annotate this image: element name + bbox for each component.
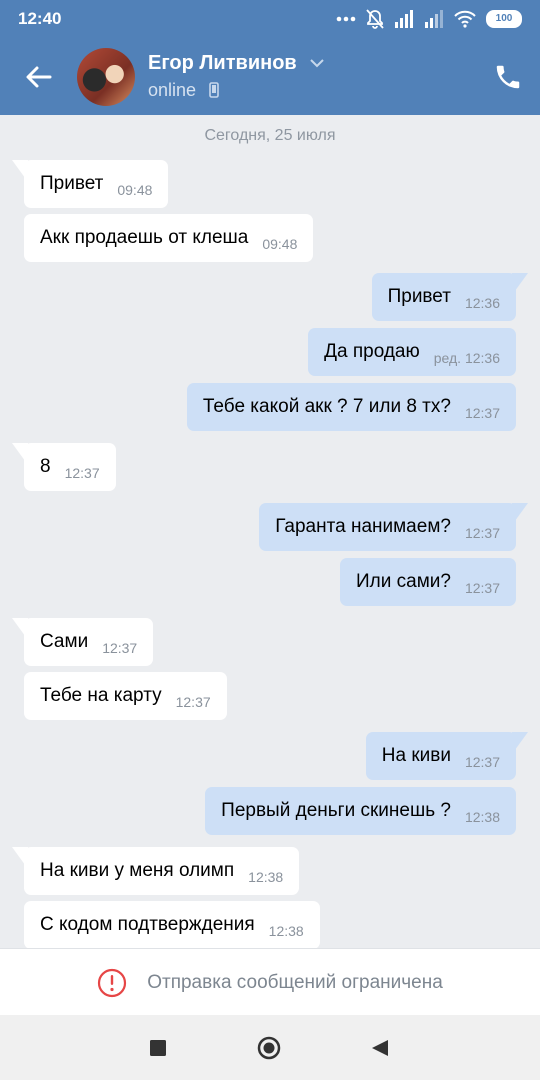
- app-header: 12:40 100 Егор Литвинов online: [0, 0, 540, 115]
- message-time: 12:36: [464, 295, 500, 311]
- bubble-tail: [12, 618, 28, 640]
- bubble-tail: [12, 443, 28, 465]
- avatar[interactable]: [77, 48, 135, 106]
- message-time: ред. 12:36: [433, 350, 500, 366]
- wifi-icon: [454, 10, 476, 28]
- outgoing-message[interactable]: Тебе какой акк ? 7 или 8 тх? 12:37: [186, 383, 516, 431]
- back-triangle-icon[interactable]: [372, 1040, 388, 1056]
- date-separator: Сегодня, 25 июля: [204, 127, 336, 144]
- incoming-message[interactable]: Тебе на карту 12:37: [24, 672, 227, 720]
- message-time: 12:38: [464, 809, 500, 825]
- message-time: 12:37: [464, 580, 500, 596]
- incoming-message[interactable]: С кодом подтверждения 12:38: [24, 901, 320, 948]
- message-time: 12:37: [464, 754, 500, 770]
- phone-call-icon[interactable]: [493, 62, 523, 92]
- incoming-message[interactable]: Привет 09:48: [24, 160, 169, 208]
- status-time: 12:40: [18, 9, 62, 28]
- system-navbar: [0, 1015, 540, 1080]
- status-icons: 100: [336, 9, 522, 29]
- chevron-down-icon[interactable]: [310, 58, 324, 68]
- incoming-message[interactable]: Акк продаешь от клеша 09:48: [24, 214, 314, 262]
- signal-icon: [395, 10, 413, 28]
- message-time: 09:48: [262, 236, 298, 252]
- message-text: Сами: [40, 631, 89, 652]
- message-text: На киви: [381, 745, 451, 766]
- message-time: 12:38: [268, 923, 304, 939]
- outgoing-message[interactable]: Привет 12:36: [371, 273, 516, 321]
- message-time: 12:37: [175, 694, 211, 710]
- message-text: Да продаю: [324, 341, 420, 362]
- incoming-message[interactable]: На киви у меня олимп 12:38: [24, 847, 300, 895]
- message-text: Привет: [387, 286, 451, 307]
- signal-2-icon: [425, 10, 443, 28]
- contact-status: online: [148, 80, 197, 100]
- bubble-tail: [12, 160, 28, 182]
- outgoing-message[interactable]: На киви 12:37: [365, 732, 516, 780]
- bubble-tail: [12, 847, 28, 869]
- restriction-text: Отправка сообщений ограничена: [147, 971, 443, 993]
- message-time: 12:38: [248, 869, 284, 885]
- chat-area[interactable]: Сегодня, 25 июля Привет 09:48 Акк продаешь…: [0, 115, 540, 948]
- bubble-tail: [512, 503, 528, 525]
- back-arrow-icon[interactable]: [22, 60, 56, 94]
- message-time: 12:37: [102, 640, 138, 656]
- message-text: На киви у меня олимп: [40, 860, 235, 881]
- outgoing-message[interactable]: Гаранта нанимаем? 12:37: [259, 503, 516, 551]
- message-text: Или сами?: [356, 571, 451, 592]
- bubble-tail: [512, 273, 528, 295]
- mobile-device-icon: [209, 82, 219, 98]
- message-text: Гаранта нанимаем?: [275, 516, 451, 537]
- outgoing-message[interactable]: Или сами? 12:37: [340, 558, 516, 606]
- home-circle-icon[interactable]: [257, 1036, 281, 1060]
- restriction-banner: Отправка сообщений ограничена: [0, 948, 540, 1016]
- message-text: Акк продаешь от клеша: [40, 227, 249, 248]
- message-text: Привет: [40, 173, 104, 194]
- message-time: 12:37: [64, 465, 100, 481]
- message-time: 12:37: [464, 405, 500, 421]
- message-text: С кодом подтверждения: [40, 914, 255, 935]
- bell-muted-icon: [366, 9, 384, 29]
- incoming-message[interactable]: 8 12:37: [24, 443, 116, 491]
- message-text: Тебе на карту: [40, 685, 162, 706]
- outgoing-message[interactable]: Первый деньги скинешь ? 12:38: [205, 787, 516, 835]
- message-text: 8: [40, 456, 51, 477]
- recents-square-icon[interactable]: [150, 1040, 166, 1056]
- incoming-message[interactable]: Сами 12:37: [24, 618, 154, 666]
- alert-circle-icon: [98, 968, 127, 997]
- more-dots-icon: [336, 16, 356, 22]
- message-time: 12:37: [464, 525, 500, 541]
- bubble-tail: [512, 732, 528, 754]
- outgoing-message[interactable]: Да продаю ред. 12:36: [308, 328, 516, 376]
- contact-name[interactable]: Егор Литвинов: [148, 52, 297, 75]
- message-time: 09:48: [117, 182, 153, 198]
- battery-indicator: 100: [486, 10, 522, 28]
- message-text: Первый деньги скинешь ?: [221, 800, 451, 821]
- message-text: Тебе какой акк ? 7 или 8 тх?: [202, 396, 451, 417]
